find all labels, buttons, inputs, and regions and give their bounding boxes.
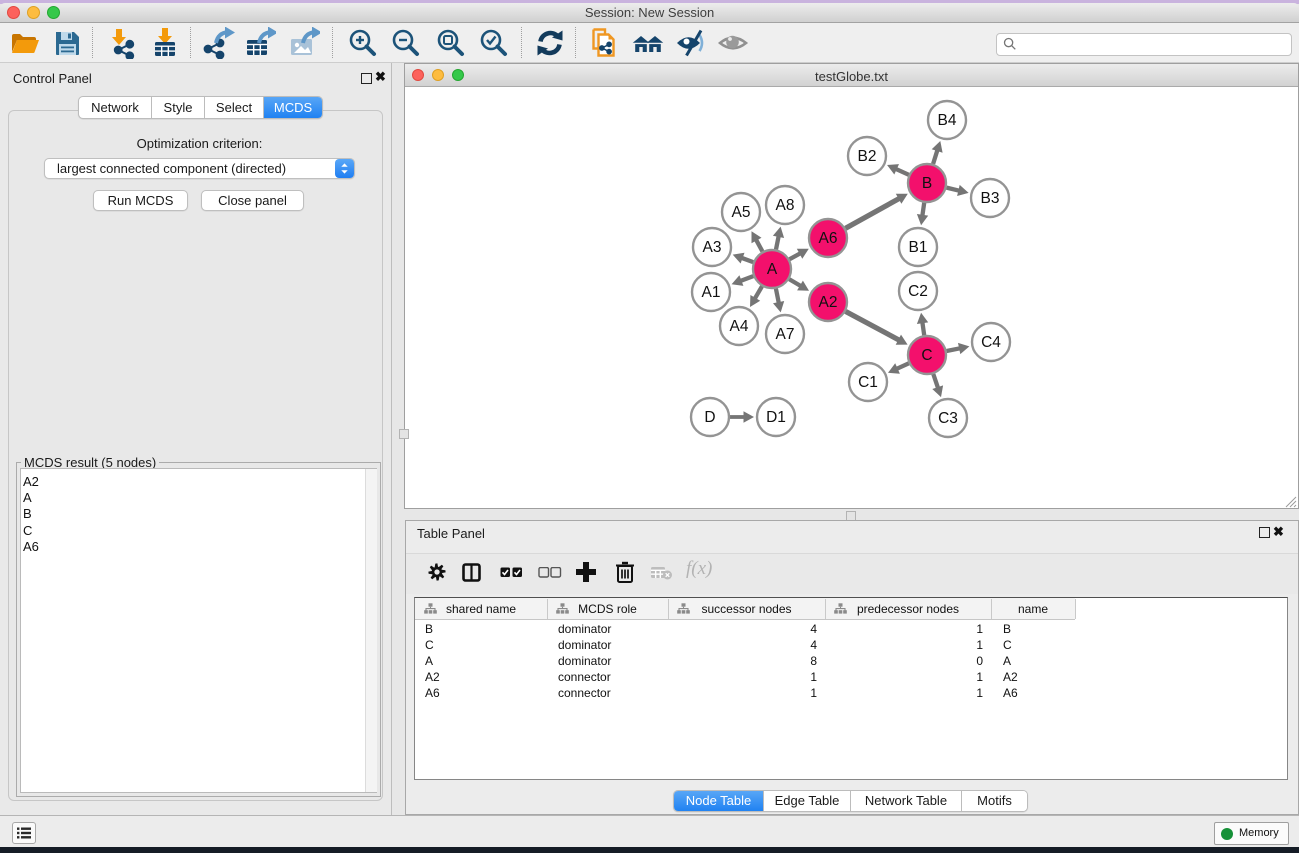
svg-text:C4: C4: [981, 334, 1001, 351]
svg-text:A3: A3: [703, 239, 722, 256]
svg-text:A1: A1: [702, 284, 721, 301]
svg-text:A7: A7: [776, 326, 795, 343]
svg-text:D1: D1: [766, 409, 786, 426]
svg-text:A: A: [767, 261, 778, 278]
svg-text:A6: A6: [819, 230, 838, 247]
svg-text:C3: C3: [938, 410, 958, 427]
svg-text:B4: B4: [938, 112, 957, 129]
svg-text:B3: B3: [981, 190, 1000, 207]
svg-text:A8: A8: [776, 197, 795, 214]
svg-text:A2: A2: [819, 294, 838, 311]
svg-text:B2: B2: [858, 148, 877, 165]
svg-text:A4: A4: [730, 318, 749, 335]
svg-text:B: B: [922, 175, 932, 192]
svg-text:B1: B1: [909, 239, 928, 256]
svg-text:D: D: [704, 409, 715, 426]
svg-text:C2: C2: [908, 283, 928, 300]
svg-text:A5: A5: [732, 204, 751, 221]
svg-text:C: C: [921, 347, 932, 364]
svg-text:C1: C1: [858, 374, 878, 391]
